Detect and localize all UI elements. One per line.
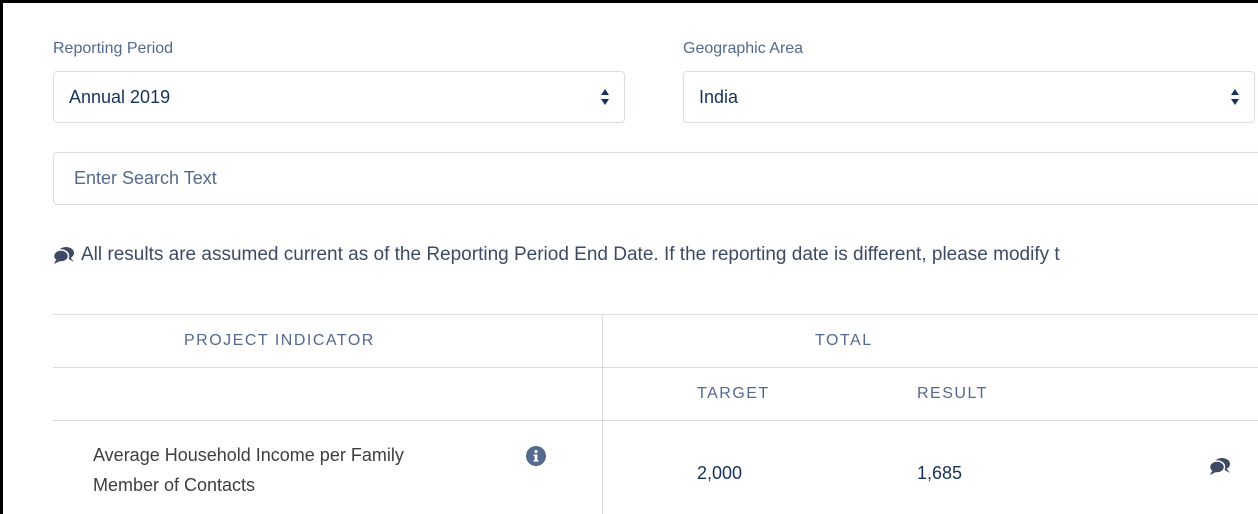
geographic-area-select[interactable]: India [683,71,1255,123]
header-project-indicator: PROJECT INDICATOR [184,332,375,349]
header-result: RESULT [917,385,988,402]
reporting-period-select[interactable]: Annual 2019 [53,71,625,123]
reporting-period-value: Annual 2019 [69,86,171,107]
target-value: 2,000 [697,463,743,483]
comment-bubbles-icon[interactable] [1209,457,1231,475]
header-target: TARGET [697,385,770,402]
table-divider [53,420,1258,421]
select-arrows-icon [601,89,609,105]
search-placeholder: Enter Search Text [74,168,217,188]
indicator-name-line1: Average Household Income per Family [93,445,404,465]
table-border-top [53,314,1258,315]
search-input[interactable]: Enter Search Text [53,152,1258,205]
geographic-area-label: Geographic Area [683,40,804,57]
header-total: TOTAL [815,332,873,349]
select-arrows-icon [1231,89,1239,105]
result-value: 1,685 [917,463,963,483]
geographic-area-value: India [699,86,739,107]
reporting-period-label: Reporting Period [53,40,174,57]
table-divider [53,367,1258,368]
table-column-divider [602,314,603,514]
notice-message: All results are assumed current as of th… [53,244,1060,266]
comment-bubbles-icon [53,247,74,264]
indicator-name-line2: Member of Contacts [93,475,256,495]
notice-text: All results are assumed current as of th… [81,244,1060,265]
indicator-name: Average Household Income per Family Memb… [93,440,404,500]
info-icon[interactable] [526,446,546,466]
